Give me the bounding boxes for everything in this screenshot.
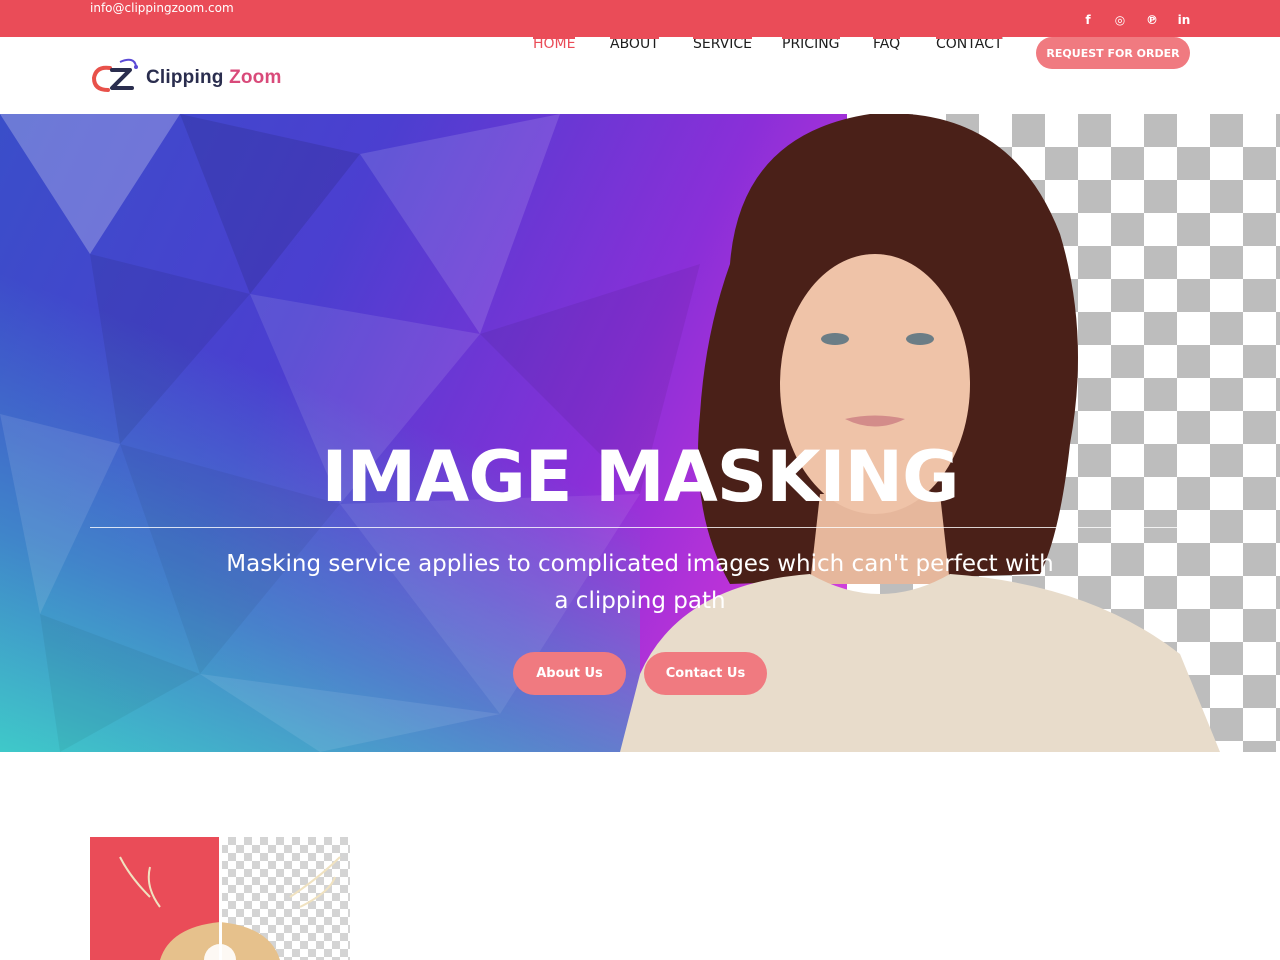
site-header: Clipping Zoom HOME ABOUT SERVICE PRICING… (0, 36, 1280, 114)
request-order-button[interactable]: REQUEST FOR ORDER (1036, 37, 1190, 69)
nav-contact[interactable]: CONTACT (936, 36, 1003, 51)
facebook-icon[interactable]: f (1082, 12, 1094, 28)
nav-faq[interactable]: FAQ (873, 36, 901, 51)
before-after-divider[interactable] (219, 837, 222, 960)
contact-us-button[interactable]: Contact Us (644, 652, 767, 695)
nav-pricing[interactable]: PRICING (782, 36, 840, 51)
contact-email[interactable]: info@clippingzoom.com (90, 1, 234, 15)
nav-service[interactable]: SERVICE (693, 36, 753, 51)
hero-banner: IMAGE MASKING Masking service applies to… (0, 114, 1280, 752)
about-us-button[interactable]: About Us (513, 652, 626, 695)
instagram-icon[interactable]: ◎ (1113, 12, 1127, 28)
site-logo[interactable]: Clipping Zoom (90, 58, 282, 94)
nav-home[interactable]: HOME (533, 36, 576, 51)
pinterest-icon[interactable]: ℗ (1145, 12, 1159, 28)
linkedin-icon[interactable]: in (1176, 12, 1192, 28)
logo-mark-icon (91, 58, 138, 92)
nav-about[interactable]: ABOUT (610, 36, 659, 51)
hero-subtitle: Masking service applies to complicated i… (226, 551, 1054, 614)
top-bar: info@clippingzoom.com f ◎ ℗ in (0, 0, 1280, 37)
logo-text: Clipping Zoom (146, 67, 282, 88)
hero-title: IMAGE MASKING (321, 436, 959, 518)
masking-example-image (90, 837, 350, 960)
hero-divider (90, 527, 1190, 528)
